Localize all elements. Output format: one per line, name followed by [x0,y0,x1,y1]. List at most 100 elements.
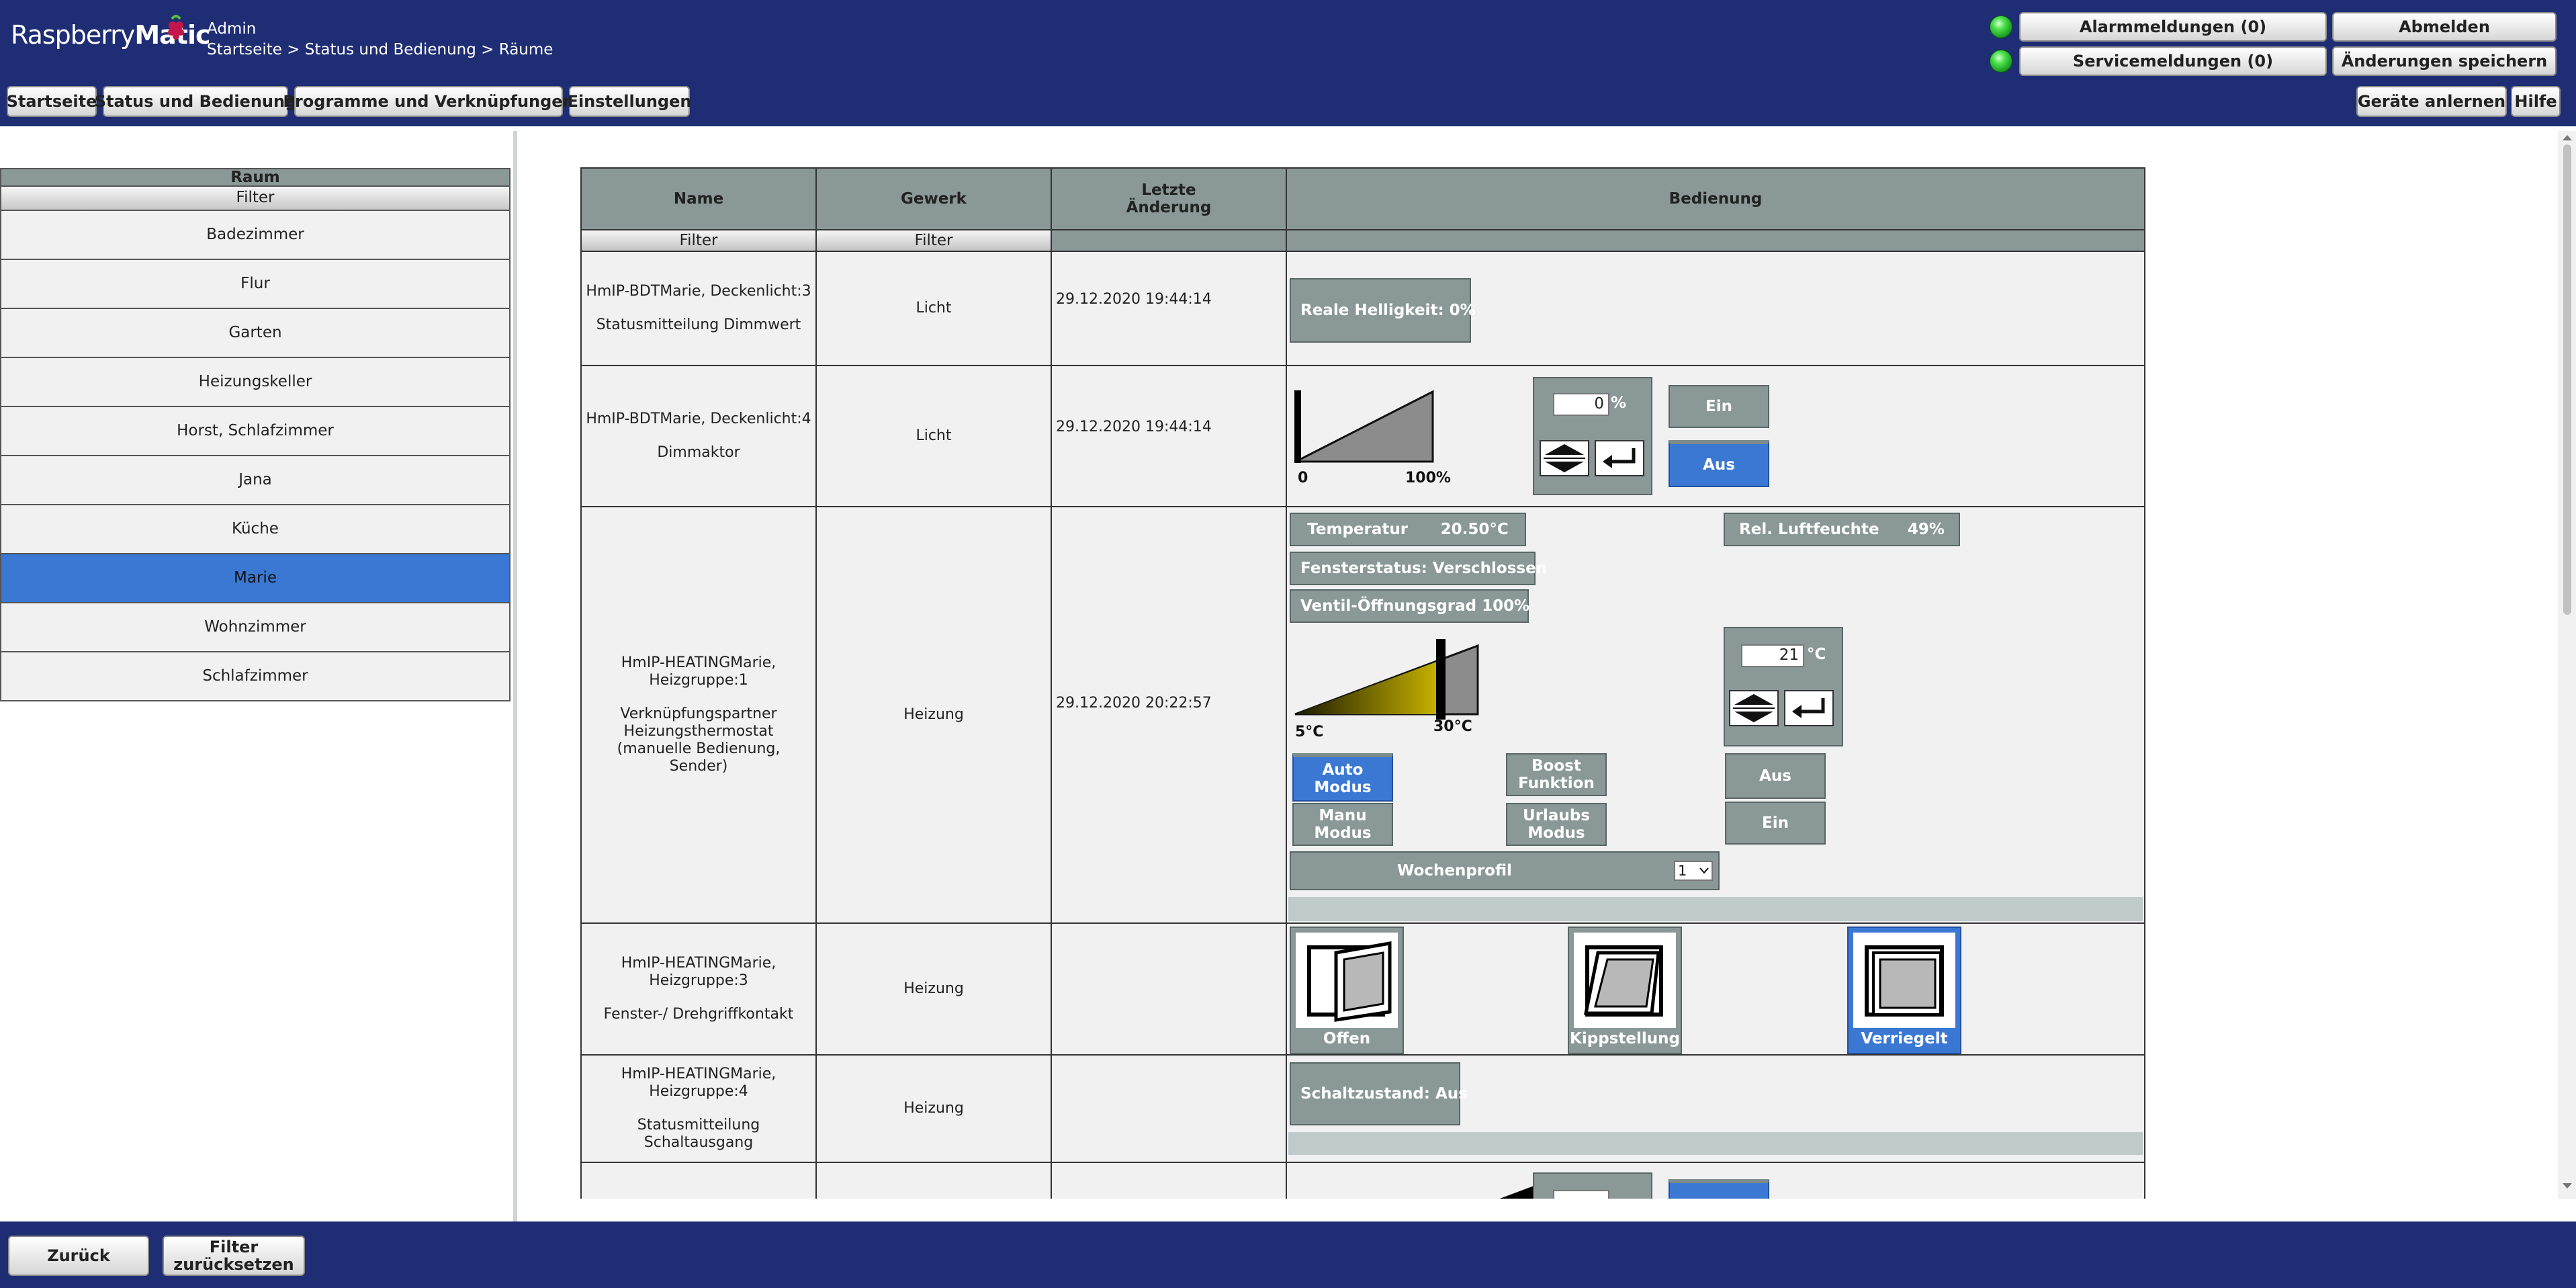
room-item-active[interactable]: Marie [0,554,510,603]
table-row-name-cell: HmIP-HEATINGMarie, Heizgruppe:3 Fenster-… [580,922,817,1056]
boost-function-button[interactable]: Boost Funktion [1506,753,1607,796]
setpoint-input[interactable]: 21 [1741,644,1804,667]
logout-button[interactable]: Abmelden [2332,12,2557,42]
holiday-mode-button[interactable]: Urlaubs Modus [1506,803,1607,846]
raspberry-icon [168,15,184,40]
temperature-min-label: 5°C [1295,724,1324,740]
dimmer-off-button[interactable]: Aus [1669,440,1769,487]
room-item[interactable]: Wohnzimmer [0,603,510,652]
temperature-slider[interactable] [1292,638,1480,722]
scroll-up-arrow-icon[interactable] [2563,135,2572,140]
room-sidebar: Raum Filter Badezimmer Flur Garten Heizu… [0,168,510,701]
alarm-status-led-icon [1990,15,2012,38]
reset-filter-button[interactable]: Filter zurücksetzen [163,1236,305,1276]
temperature-tile: Temperatur 20.50°C [1290,513,1526,546]
scroll-down-arrow-icon[interactable] [2563,1183,2572,1189]
table-row-gewerk-cell [815,1162,1052,1199]
dimmer-value-input[interactable]: 0 [1553,393,1609,416]
table-row-changed-cell: 29.12.2020 19:44:14 [1051,251,1287,366]
last-change-timestamp: 29.12.2020 20:22:57 [1056,695,1212,712]
valve-opening-tile: Ventil-Öffnungsgrad 100% [1290,589,1529,623]
column-header-name: Name [580,167,817,230]
room-filter-button[interactable]: Filter [0,187,510,211]
dimmer-value-input-partial[interactable] [1553,1190,1609,1199]
table-row-gewerk-cell: Licht [815,365,1052,507]
dimmer-off-button-partial[interactable] [1669,1179,1769,1199]
filter-empty-cell [1286,229,2145,252]
save-changes-button[interactable]: Änderungen speichern [2332,46,2557,76]
temperature-label: Temperatur [1307,521,1409,538]
table-row-changed-cell: 29.12.2020 20:22:57 [1051,506,1287,924]
channel-name: HmIP-HEATINGMarie, Heizgruppe:1 [621,654,776,689]
back-button[interactable]: Zurück [8,1236,149,1276]
table-row-changed-cell [1051,1162,1287,1199]
channel-name: HmIP-HEATINGMarie, Heizgruppe:4 [621,1066,776,1100]
column-header-gewerk: Gewerk [815,167,1052,230]
name-filter-button[interactable]: Filter [580,229,817,252]
heating-off-button[interactable]: Aus [1725,753,1826,799]
setpoint-up-down-stepper[interactable] [1729,690,1779,726]
nav-status-und-bedienung[interactable]: Status und Bedienung [95,86,296,117]
table-row-changed-cell [1051,1054,1287,1163]
channel-description: Fenster-/ Drehgriffkontakt [603,1006,794,1023]
nav-einstellungen[interactable]: Einstellungen [568,86,691,117]
humidity-label: Rel. Luftfeuchte [1739,521,1879,538]
window-tilted-button[interactable]: Kippstellung [1568,927,1682,1054]
table-row-gewerk-cell: Licht [815,251,1052,366]
window-status-tile: Fensterstatus: Verschlossen [1290,552,1547,585]
table-row-changed-cell [1051,922,1287,1056]
column-header-bedienung: Bedienung [1286,167,2145,230]
window-closed-icon [1853,933,1955,1028]
room-item[interactable]: Küche [0,505,510,554]
alarm-messages-button[interactable]: Alarmmeldungen (0) [2019,12,2327,42]
channel-table: Name Gewerk Letzte Änderung Bedienung Fi… [580,167,2145,1199]
room-item[interactable]: Flur [0,260,510,309]
dimmer-up-down-stepper[interactable] [1540,440,1589,476]
window-tilted-icon [1574,933,1676,1028]
room-item[interactable]: Jana [0,456,510,505]
week-profile-select[interactable]: 1 [1674,861,1713,881]
nav-startseite[interactable]: Startseite [7,86,97,117]
room-item[interactable]: Schlafzimmer [0,652,510,701]
main-scrollbar[interactable] [2558,131,2576,1199]
breadcrumb: Startseite > Status und Bedienung > Räum… [207,41,553,58]
dimmer-slider[interactable] [1294,386,1435,467]
enter-arrow-icon [1792,698,1825,718]
service-messages-button[interactable]: Servicemeldungen (0) [2019,46,2327,76]
help-button[interactable]: Hilfe [2511,86,2561,117]
week-profile-tile: Wochenprofil 1 [1290,851,1720,890]
dimmer-unit: % [1611,394,1627,412]
table-row-changed-cell: 29.12.2020 19:44:14 [1051,365,1287,507]
raspberrymatic-logo: RaspberryMatic [11,15,211,50]
dimmer-enter-button[interactable] [1595,440,1644,476]
room-item[interactable]: Horst, Schlafzimmer [0,407,510,456]
user-name: Admin [207,20,257,38]
channel-description: Statusmitteilung Schaltausgang [637,1117,760,1151]
table-row-name-cell [580,1162,817,1199]
nav-programme-und-verknuepfungen[interactable]: Programme und Verknüpfungen [283,86,574,117]
table-row-gewerk-cell: Heizung [815,1054,1052,1163]
dimmer-on-button[interactable]: Ein [1669,385,1769,428]
heating-on-button[interactable]: Ein [1725,802,1826,845]
gewerk-filter-button[interactable]: Filter [815,229,1052,252]
auto-mode-button[interactable]: Auto Modus [1292,753,1393,802]
footer-bar: Zurück Filter zurücksetzen [0,1221,2576,1288]
room-item[interactable]: Heizungskeller [0,358,510,407]
room-item[interactable]: Garten [0,309,510,358]
column-header-last-change: Letzte Änderung [1051,167,1287,230]
manual-mode-button[interactable]: Manu Modus [1292,803,1393,846]
setpoint-enter-button[interactable] [1784,690,1834,726]
room-item[interactable]: Badezimmer [0,211,510,260]
scrollbar-thumb[interactable] [2563,144,2571,615]
filter-empty-cell [1051,229,1287,252]
teach-devices-button[interactable]: Geräte anlernen [2356,86,2507,117]
temperature-value: 20.50°C [1440,521,1509,538]
window-locked-button[interactable]: Verriegelt [1847,927,1961,1054]
window-open-label: Offen [1323,1030,1371,1047]
table-row-name-cell: HmIP-HEATINGMarie, Heizgruppe:4 Statusmi… [580,1054,817,1163]
channel-description: Dimmaktor [657,444,740,461]
panel-divider[interactable] [513,131,517,1221]
window-tilted-label: Kippstellung [1570,1030,1680,1047]
window-open-button[interactable]: Offen [1290,927,1404,1054]
last-change-timestamp: 29.12.2020 19:44:14 [1056,291,1212,308]
